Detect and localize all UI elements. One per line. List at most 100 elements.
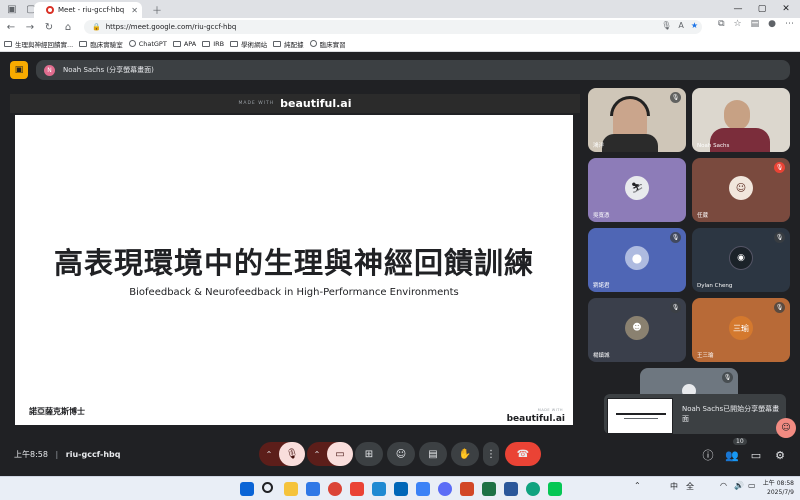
mic-off-icon: 🎙: [670, 302, 681, 313]
tray-overflow-icon[interactable]: ⌃: [634, 481, 641, 490]
close-tab-icon[interactable]: ✕: [131, 6, 138, 15]
participant-avatar: ⛷: [625, 176, 649, 200]
read-aloud-icon[interactable]: A: [678, 21, 683, 30]
mic-options-chevron-icon[interactable]: ⌃: [259, 442, 279, 466]
meeting-code: riu-gccf-hbq: [65, 450, 121, 459]
zoom-icon[interactable]: [416, 482, 430, 496]
participant-tile[interactable]: ☺ 🎙 任葳: [692, 158, 790, 222]
bookmark-8[interactable]: 臨床實習: [309, 39, 346, 49]
participant-count-badge: 10: [733, 438, 747, 445]
participant-initials-avatar: 三瑜: [729, 316, 753, 340]
back-icon[interactable]: ←: [3, 19, 19, 35]
address-bar[interactable]: 🔒 https://meet.google.com/riu-gccf-hbq 🎙…: [84, 20, 702, 34]
participant-tile[interactable]: ⛷ 吳寬憑: [588, 158, 686, 222]
reaction-icon[interactable]: ☺: [776, 418, 796, 438]
powerpoint-icon[interactable]: [460, 482, 474, 496]
excel-icon[interactable]: [482, 482, 496, 496]
beautiful-ai-logo: beautiful.ai: [280, 97, 352, 110]
wifi-icon[interactable]: ◠: [720, 481, 727, 490]
mic-off-icon: 🎙: [774, 232, 785, 243]
battery-icon[interactable]: ▭: [748, 481, 756, 490]
new-tab-button[interactable]: ＋: [149, 1, 165, 17]
mic-control-group: ⌃ 🎙: [259, 442, 305, 466]
more-menu-icon[interactable]: ⋯: [785, 19, 794, 29]
reactions-button[interactable]: ☺: [387, 442, 415, 466]
participant-name: 任葳: [697, 213, 709, 219]
gmail-icon[interactable]: [350, 482, 364, 496]
camera-options-chevron-icon[interactable]: ⌃: [307, 442, 327, 466]
favorite-star-icon[interactable]: ★: [691, 21, 698, 30]
folder-icon: [172, 40, 181, 47]
mail-icon[interactable]: [394, 482, 408, 496]
screen-share-notification[interactable]: Noah Sachs已開始分享螢幕畫面: [604, 394, 786, 434]
profile-icon[interactable]: ●: [768, 19, 776, 29]
system-clock[interactable]: 上午 08:58 2025/7/9: [763, 479, 794, 497]
participant-name: 王三瑜: [697, 353, 714, 359]
raise-hand-button[interactable]: ✋: [451, 442, 479, 466]
search-icon[interactable]: [262, 482, 273, 493]
bookmark-1[interactable]: 生理與神經回饋實...: [4, 39, 73, 49]
maximize-icon[interactable]: ▢: [750, 0, 774, 18]
favorites-icon[interactable]: ☆: [734, 19, 742, 29]
mic-toggle-button[interactable]: 🎙: [279, 442, 305, 466]
word-icon[interactable]: [504, 482, 518, 496]
folder-icon: [202, 40, 211, 47]
participant-tile[interactable]: ● 🎙 劉諾君: [588, 228, 686, 292]
participant-tile[interactable]: 三瑜 🎙 王三瑜: [692, 298, 790, 362]
tray-indicator[interactable]: 全: [686, 481, 694, 492]
media-icon[interactable]: 🎙: [661, 21, 671, 30]
file-explorer-icon[interactable]: [284, 482, 298, 496]
close-window-icon[interactable]: ✕: [774, 0, 798, 18]
participant-tile[interactable]: 🎙: [640, 368, 738, 394]
reload-icon[interactable]: ↻: [41, 19, 57, 35]
participant-name: 吳寬憑: [593, 213, 610, 219]
participant-name: 楊鎮城: [593, 353, 610, 359]
home-icon[interactable]: ⌂: [60, 19, 76, 35]
participant-tile[interactable]: ◉ 🎙 Dylan Cheng: [692, 228, 790, 292]
participant-tile[interactable]: Noah Sachs: [692, 88, 790, 152]
split-screen-icon[interactable]: ⧉: [718, 19, 724, 29]
meeting-time: 上午8:58: [14, 450, 48, 459]
camera-toggle-button[interactable]: ▭: [327, 442, 353, 466]
bookmark-4[interactable]: APA: [172, 40, 196, 48]
todo-icon[interactable]: [306, 482, 320, 496]
browser-tab-meet[interactable]: Meet - riu-gccf-hbq ✕: [34, 2, 142, 18]
tab-actions-icon[interactable]: ▣: [4, 1, 20, 17]
participant-tile[interactable]: 🎙 鴻洋: [588, 88, 686, 152]
bookmark-6[interactable]: 學術網站: [230, 39, 267, 49]
messenger-icon[interactable]: [438, 482, 452, 496]
edge-icon[interactable]: [526, 482, 540, 496]
meeting-details-icon[interactable]: ⓘ: [698, 447, 718, 463]
chrome-icon[interactable]: [328, 482, 342, 496]
mic-off-icon: 🎙: [722, 372, 733, 383]
bookmark-5[interactable]: IRB: [202, 40, 224, 48]
bookmark-2[interactable]: 臨床實驗室: [79, 39, 123, 49]
forward-icon[interactable]: →: [22, 19, 38, 35]
bookmark-7[interactable]: 純配據: [273, 39, 304, 49]
clock-time: 上午 08:58: [762, 480, 794, 487]
present-screen-button[interactable]: ⊞: [355, 442, 383, 466]
notification-text: Noah Sachs已開始分享螢幕畫面: [682, 405, 780, 423]
collections-icon[interactable]: ▤: [751, 19, 760, 29]
lock-icon[interactable]: 🔒: [92, 23, 101, 31]
leave-call-button[interactable]: ☎: [505, 442, 541, 466]
vscode-icon[interactable]: [372, 482, 386, 496]
captions-button[interactable]: ▤: [419, 442, 447, 466]
bookmark-3[interactable]: ChatGPT: [128, 40, 167, 48]
volume-icon[interactable]: 🔊: [734, 481, 744, 490]
start-icon[interactable]: [240, 482, 254, 496]
line-icon[interactable]: [548, 482, 562, 496]
input-method[interactable]: 中: [670, 481, 678, 492]
people-icon[interactable]: 👥: [722, 447, 742, 463]
activities-icon[interactable]: ⚙: [770, 447, 790, 463]
more-options-button[interactable]: ⋮: [483, 442, 499, 466]
made-with-label: MADE WITH: [238, 101, 275, 106]
chatgpt-icon: [128, 40, 136, 47]
browser-tab-bar: ▣ ▢ Meet - riu-gccf-hbq ✕ ＋ — ▢ ✕: [0, 0, 800, 18]
presentation-indicator-icon[interactable]: ▣: [10, 61, 28, 79]
mic-off-icon: 🎙: [774, 162, 785, 173]
minimize-icon[interactable]: —: [726, 0, 750, 18]
chat-icon[interactable]: ▭: [746, 447, 766, 463]
participant-tile[interactable]: ☻ 🎙 楊鎮城: [588, 298, 686, 362]
tab-title: Meet - riu-gccf-hbq: [58, 6, 125, 14]
